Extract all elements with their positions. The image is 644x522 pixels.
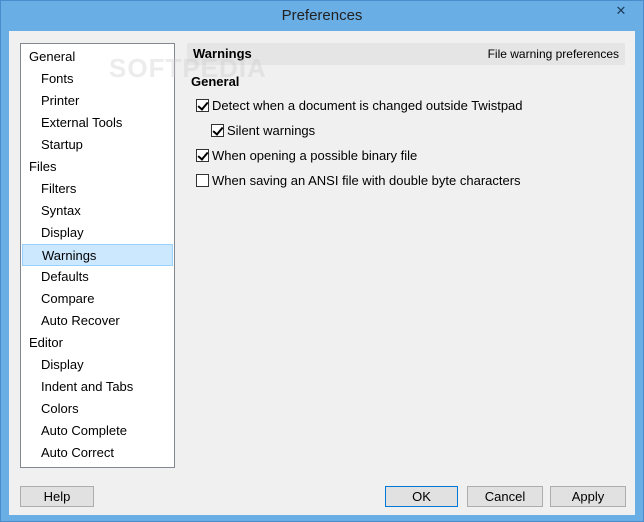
option-silent-warnings[interactable]: Silent warnings <box>211 123 315 141</box>
close-icon[interactable]: ✕ <box>607 2 635 22</box>
checkbox-checked-icon[interactable] <box>211 124 224 137</box>
dialog-client-area: General Fonts Printer External Tools Sta… <box>9 31 635 515</box>
nav-item-files-display[interactable]: Display <box>22 222 173 244</box>
nav-item-editor-display[interactable]: Display <box>22 354 173 376</box>
nav-item-auto-complete[interactable]: Auto Complete <box>22 420 173 442</box>
option-binary-file-warning[interactable]: When opening a possible binary file <box>196 148 417 166</box>
window-title: Preferences <box>281 7 363 24</box>
nav-item-colors[interactable]: Colors <box>22 398 173 420</box>
nav-item-auto-correct[interactable]: Auto Correct <box>22 442 173 464</box>
cancel-button[interactable]: Cancel <box>467 486 543 507</box>
option-label: Detect when a document is changed outsid… <box>212 98 523 113</box>
nav-item-auto-recover[interactable]: Auto Recover <box>22 310 173 332</box>
nav-item-compare[interactable]: Compare <box>22 288 173 310</box>
nav-item-syntax[interactable]: Syntax <box>22 200 173 222</box>
nav-item-warnings[interactable]: Warnings <box>22 244 173 266</box>
preferences-window: Preferences ✕ General Fonts Printer Exte… <box>0 0 644 522</box>
checkbox-checked-icon[interactable] <box>196 149 209 162</box>
nav-item-indent-and-tabs[interactable]: Indent and Tabs <box>22 376 173 398</box>
option-label: When opening a possible binary file <box>212 148 418 163</box>
nav-item-editor[interactable]: Editor <box>22 332 173 354</box>
ok-button[interactable]: OK <box>385 486 458 507</box>
title-bar[interactable]: Preferences ✕ <box>1 1 643 31</box>
apply-button[interactable]: Apply <box>550 486 626 507</box>
nav-item-files[interactable]: Files <box>22 156 173 178</box>
section-title-general: General <box>191 74 240 89</box>
nav-item-external-tools[interactable]: External Tools <box>22 112 173 134</box>
preferences-nav-tree[interactable]: General Fonts Printer External Tools Sta… <box>20 43 175 468</box>
nav-item-startup[interactable]: Startup <box>22 134 173 156</box>
nav-item-filters[interactable]: Filters <box>22 178 173 200</box>
checkbox-unchecked-icon[interactable] <box>196 174 209 187</box>
option-ansi-double-byte-warning[interactable]: When saving an ANSI file with double byt… <box>196 173 521 191</box>
panel-header-description: File warning preferences <box>487 47 619 61</box>
checkbox-checked-icon[interactable] <box>196 99 209 112</box>
help-button[interactable]: Help <box>20 486 94 507</box>
option-detect-external-change[interactable]: Detect when a document is changed outsid… <box>196 98 523 116</box>
nav-item-defaults[interactable]: Defaults <box>22 266 173 288</box>
option-label: When saving an ANSI file with double byt… <box>212 173 521 188</box>
option-label: Silent warnings <box>227 123 316 138</box>
nav-item-printer[interactable]: Printer <box>22 90 173 112</box>
